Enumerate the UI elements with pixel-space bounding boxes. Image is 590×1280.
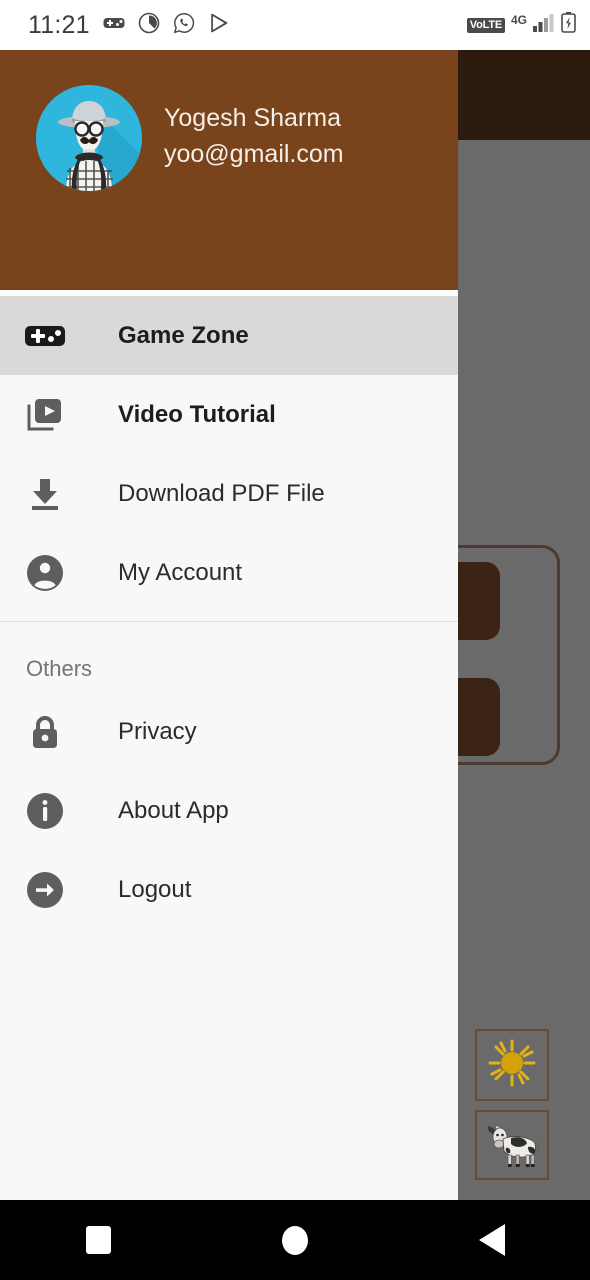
recents-button[interactable] xyxy=(0,1200,197,1280)
menu-item-game-zone[interactable]: Game Zone xyxy=(0,296,458,375)
status-time: 11:21 xyxy=(28,10,90,39)
menu-label: Download PDF File xyxy=(118,479,325,507)
tile-cow[interactable] xyxy=(475,1110,549,1180)
hipster-avatar-icon xyxy=(36,85,142,191)
info-circle-icon xyxy=(22,788,68,834)
menu-item-my-account[interactable]: My Account xyxy=(0,533,458,612)
profile-info: Yogesh Sharma yoo@gmail.com xyxy=(164,100,344,172)
account-circle-icon xyxy=(22,550,68,596)
volte-badge: VoLTE xyxy=(466,17,505,33)
status-system-icons: VoLTE 4G xyxy=(466,12,576,38)
menu-label: Privacy xyxy=(118,717,197,745)
logout-arrow-icon xyxy=(22,867,68,913)
menu-item-privacy[interactable]: Privacy xyxy=(0,692,458,771)
circle-target-icon xyxy=(138,12,160,39)
menu-label: My Account xyxy=(118,558,243,586)
menu-label: Logout xyxy=(118,875,192,903)
back-triangle-icon xyxy=(478,1224,505,1256)
profile-name: Yogesh Sharma xyxy=(164,104,341,132)
android-navigation-bar xyxy=(0,1200,590,1280)
menu-item-download-pdf[interactable]: Download PDF File xyxy=(0,454,458,533)
gamepad-icon xyxy=(22,313,68,359)
section-title-others: Others xyxy=(26,656,93,681)
whatsapp-icon xyxy=(173,12,195,39)
menu-item-video-tutorial[interactable]: Video Tutorial xyxy=(0,375,458,454)
download-icon xyxy=(22,471,68,517)
avatar[interactable] xyxy=(36,85,142,191)
gamepad-icon xyxy=(103,15,125,36)
sun-icon xyxy=(486,1037,538,1094)
menu-item-about-app[interactable]: About App xyxy=(0,771,458,850)
phone-screen: 11:21 VoLTE 4G Yogesh Sharma yoo@gmail.c… xyxy=(0,0,590,1280)
menu-item-logout[interactable]: Logout xyxy=(0,850,458,929)
home-button[interactable] xyxy=(197,1200,394,1280)
menu-label: Video Tutorial xyxy=(118,400,276,428)
drawer-header: Yogesh Sharma yoo@gmail.com xyxy=(0,50,458,290)
video-library-icon xyxy=(22,392,68,438)
tile-sun[interactable] xyxy=(475,1029,549,1101)
cow-icon xyxy=(481,1117,543,1174)
navigation-drawer: Yogesh Sharma yoo@gmail.com Game Zone Vi… xyxy=(0,50,458,1200)
status-bar: 11:21 VoLTE 4G xyxy=(0,0,590,50)
profile-email: yoo@gmail.com xyxy=(164,140,344,168)
back-button[interactable] xyxy=(393,1200,590,1280)
lock-icon xyxy=(22,709,68,755)
status-notification-icons xyxy=(103,12,230,39)
battery-charging-icon xyxy=(561,12,576,38)
signal-bars-icon xyxy=(533,13,555,37)
home-circle-icon xyxy=(282,1225,308,1255)
menu-label: Game Zone xyxy=(118,321,249,349)
network-type-label: 4G xyxy=(510,13,527,27)
recents-square-icon xyxy=(85,1226,111,1254)
play-store-icon xyxy=(208,12,230,39)
menu-label: About App xyxy=(118,796,229,824)
